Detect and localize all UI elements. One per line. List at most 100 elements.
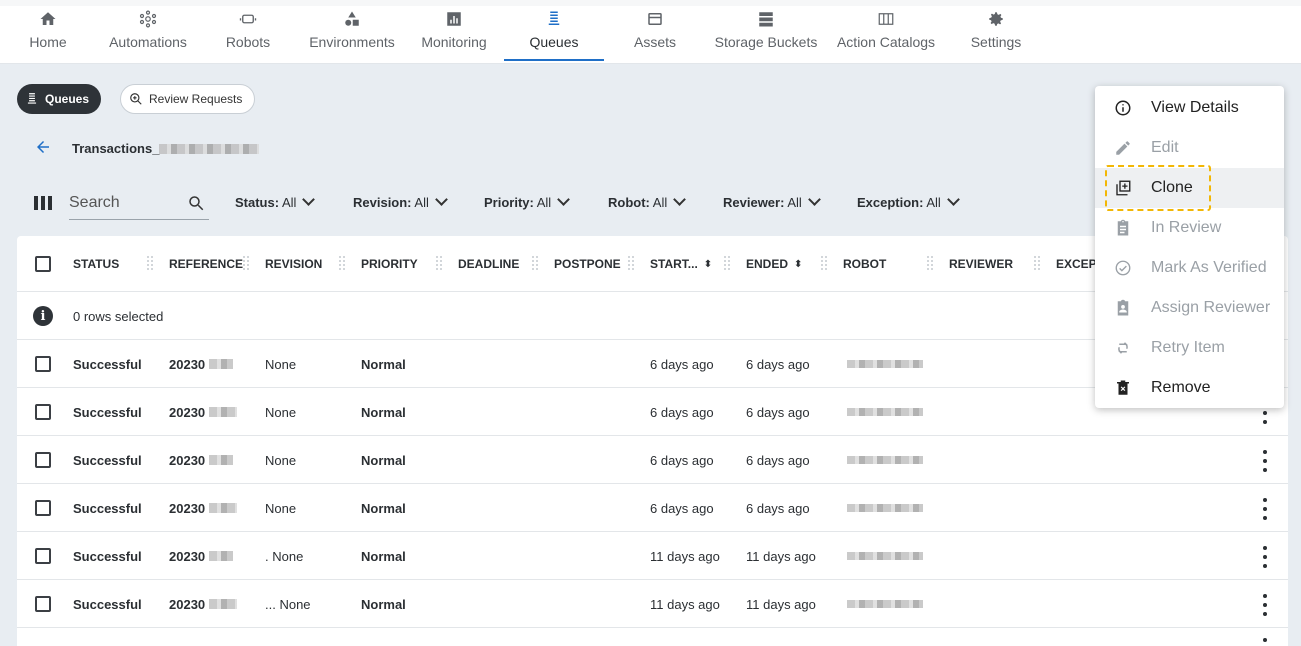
ended-cell: 11 days ago xyxy=(746,596,816,612)
row-checkbox[interactable] xyxy=(35,340,51,388)
menu-item-mark-verified[interactable]: Mark As Verified xyxy=(1095,248,1284,288)
column-resizer[interactable] xyxy=(927,256,935,272)
reference-text: 20230 xyxy=(169,548,206,564)
columns-icon[interactable] xyxy=(34,196,52,210)
column-header-label: START... xyxy=(650,257,698,271)
priority-cell: Normal xyxy=(361,356,406,372)
priority-cell: Normal xyxy=(361,596,406,612)
column-header-postpone[interactable]: POSTPONE xyxy=(554,236,621,292)
checkbox-box xyxy=(35,500,51,516)
nav-assets[interactable]: Assets xyxy=(630,10,680,62)
reference-cell: 20230 xyxy=(169,436,234,484)
nav-storage-buckets[interactable]: Storage Buckets xyxy=(712,10,820,62)
row-checkbox[interactable] xyxy=(35,532,51,580)
check-circle-icon xyxy=(1113,258,1133,278)
nav-action-catalogs[interactable]: Action Catalogs xyxy=(834,10,938,62)
more-actions-icon[interactable] xyxy=(1262,498,1268,520)
review-requests-chip[interactable]: Review Requests xyxy=(120,84,256,114)
reference-cell: 20230 xyxy=(169,484,238,532)
column-resizer[interactable] xyxy=(821,256,829,272)
column-resizer[interactable] xyxy=(243,256,251,272)
row-checkbox[interactable] xyxy=(35,484,51,532)
nav-settings[interactable]: Settings xyxy=(966,10,1026,62)
priority-filter[interactable]: Priority: All xyxy=(484,193,571,210)
row-checkbox[interactable] xyxy=(35,580,51,628)
more-actions-icon[interactable] xyxy=(1262,546,1268,568)
more-actions-icon[interactable] xyxy=(1262,638,1268,646)
column-header-started[interactable]: START... ⬍ xyxy=(650,236,712,292)
table-row[interactable]: Successful 20230 None Normal 6 days ago 6 day… xyxy=(17,436,1288,484)
exception-filter[interactable]: Exception: All xyxy=(857,193,960,210)
column-header-status[interactable]: STATUS xyxy=(73,236,119,292)
priority-cell: Normal xyxy=(361,548,406,564)
nav-monitoring[interactable]: Monitoring xyxy=(418,10,490,62)
row-checkbox[interactable] xyxy=(35,436,51,484)
chevron-down-icon xyxy=(807,193,821,206)
revision-filter[interactable]: Revision: All xyxy=(353,193,448,210)
search-input[interactable]: Search xyxy=(69,190,209,220)
column-header-reviewer[interactable]: REVIEWER xyxy=(949,236,1013,292)
row-checkbox[interactable] xyxy=(35,388,51,436)
menu-item-label: Mark As Verified xyxy=(1151,259,1267,276)
column-resizer[interactable] xyxy=(436,256,444,272)
select-all-checkbox[interactable] xyxy=(35,236,51,292)
started-cell: 6 days ago xyxy=(650,356,714,372)
search-icon[interactable] xyxy=(187,194,205,212)
table-row[interactable]: Successful 20230 ... None Normal 11 days ago… xyxy=(17,580,1288,628)
retry-icon xyxy=(1113,338,1133,358)
revision-cell: . None xyxy=(265,548,304,564)
column-header-deadline[interactable]: DEADLINE xyxy=(458,236,519,292)
menu-item-view-details[interactable]: View Details xyxy=(1095,88,1284,128)
menu-item-edit[interactable]: Edit xyxy=(1095,128,1284,168)
table-row[interactable]: Successful 20230 . None Normal 11 days ago 11… xyxy=(17,532,1288,580)
menu-item-label: Remove xyxy=(1151,379,1211,396)
redacted-reference xyxy=(209,551,234,561)
chevron-down-icon xyxy=(557,193,571,206)
redacted-reference xyxy=(209,455,234,465)
nav-home[interactable]: Home xyxy=(28,10,68,62)
menu-item-in-review[interactable]: In Review xyxy=(1095,208,1284,248)
nav-queues[interactable]: Queues xyxy=(504,10,604,62)
more-actions-icon[interactable] xyxy=(1262,594,1268,616)
column-header-robot[interactable]: ROBOT xyxy=(843,236,886,292)
robot-cell xyxy=(847,532,923,580)
review-search-icon xyxy=(130,93,142,105)
column-resizer[interactable] xyxy=(339,256,347,272)
menu-item-assign-reviewer[interactable]: Assign Reviewer xyxy=(1095,288,1284,328)
menu-item-retry[interactable]: Retry Item xyxy=(1095,328,1284,368)
column-resizer[interactable] xyxy=(1034,256,1042,272)
nav-environments[interactable]: Environments xyxy=(306,10,398,62)
menu-item-remove[interactable]: Remove xyxy=(1095,368,1284,408)
redacted-reference xyxy=(209,503,238,513)
filter-value: All xyxy=(536,195,552,210)
back-arrow-icon[interactable] xyxy=(34,138,52,159)
table-row[interactable]: Successful 20230 None Normal 6 days ago 6 day… xyxy=(17,484,1288,532)
status-cell: Successful xyxy=(73,356,142,372)
clipboard-icon xyxy=(1113,218,1133,238)
revision-cell: ... None xyxy=(265,596,311,612)
status-filter[interactable]: Status: All xyxy=(235,193,316,210)
top-strip xyxy=(0,0,1301,6)
column-resizer[interactable] xyxy=(532,256,540,272)
filter-value: All xyxy=(652,195,668,210)
queues-icon xyxy=(27,93,37,104)
chevron-down-icon xyxy=(435,193,448,206)
column-header-ended[interactable]: ENDED ⬍ xyxy=(746,236,802,292)
column-resizer[interactable] xyxy=(724,256,732,272)
reviewer-filter[interactable]: Reviewer: All xyxy=(723,193,821,210)
nav-automations[interactable]: Automations xyxy=(105,10,191,62)
column-header-reference[interactable]: REFERENCE xyxy=(169,236,243,292)
revision-cell: None xyxy=(265,500,297,516)
column-header-revision[interactable]: REVISION xyxy=(265,236,322,292)
queues-chip[interactable]: Queues xyxy=(17,84,102,114)
column-resizer[interactable] xyxy=(147,256,155,272)
column-header-priority[interactable]: PRIORITY xyxy=(361,236,418,292)
ended-cell: 11 days ago xyxy=(746,548,816,564)
sort-icon[interactable]: ⬍ xyxy=(704,259,712,270)
nav-robots[interactable]: Robots xyxy=(222,10,274,62)
column-resizer[interactable] xyxy=(628,256,636,272)
more-actions-icon[interactable] xyxy=(1262,450,1268,472)
sort-icon[interactable]: ⬍ xyxy=(794,259,802,270)
robot-filter[interactable]: Robot: All xyxy=(608,193,687,210)
redacted-reference xyxy=(209,599,238,609)
